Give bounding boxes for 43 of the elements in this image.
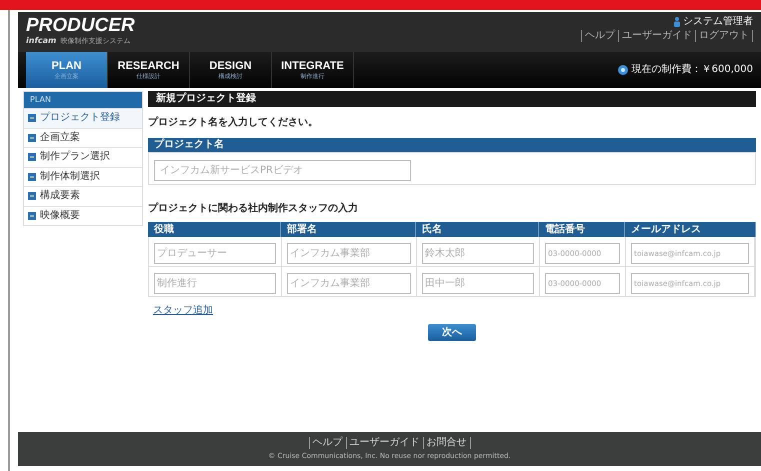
column-header: 部署名 bbox=[281, 222, 416, 237]
field-header: プロジェクト名 bbox=[148, 138, 756, 152]
header-link[interactable]: ユーザーガイド bbox=[618, 30, 695, 42]
staff-input[interactable]: インフカム事業部 bbox=[287, 243, 411, 264]
sidebar-title: PLAN bbox=[24, 92, 142, 108]
sidebar-item[interactable]: プロジェクト登録 bbox=[24, 108, 142, 128]
footer-link[interactable]: ヘルプ bbox=[308, 437, 346, 449]
column-header: 役職 bbox=[148, 222, 281, 237]
staff-input[interactable]: 鈴木太郎 bbox=[422, 243, 534, 264]
brand-text: infcam bbox=[26, 36, 56, 46]
project-name-input[interactable]: インフカム新サービスPRビデオ bbox=[154, 160, 411, 181]
sidebar-item[interactable]: 企画立案 bbox=[24, 128, 142, 147]
staff-heading: プロジェクトに関わる社内制作スタッフの入力 bbox=[148, 201, 359, 216]
square-bullet-icon bbox=[28, 134, 36, 142]
header-link[interactable]: ログアウト bbox=[695, 30, 752, 42]
square-bullet-icon bbox=[28, 114, 36, 122]
add-staff-link[interactable]: スタッフ追加 bbox=[153, 303, 213, 318]
sidebar-item[interactable]: 構成要素 bbox=[24, 186, 142, 206]
footer-link[interactable]: お問合せ bbox=[422, 437, 470, 449]
footer-link[interactable]: ユーザーガイド bbox=[346, 437, 422, 449]
column-header: 電話番号 bbox=[539, 222, 625, 237]
staff-input[interactable]: インフカム事業部 bbox=[287, 273, 411, 294]
production-cost: 現在の制作費：￥600,000 bbox=[632, 64, 753, 76]
staff-input[interactable]: 田中一郎 bbox=[422, 273, 534, 294]
square-bullet-icon bbox=[28, 192, 36, 200]
logo-text: PRODUCER bbox=[26, 16, 135, 36]
header-link[interactable]: ヘルプ bbox=[581, 30, 618, 42]
column-header: 氏名 bbox=[416, 222, 539, 237]
sidebar-item[interactable]: 映像概要 bbox=[24, 206, 142, 225]
circle-icon bbox=[618, 65, 628, 75]
sidebar-item[interactable]: 制作プラン選択 bbox=[24, 147, 142, 166]
square-bullet-icon bbox=[28, 153, 36, 162]
instruction-text: プロジェクト名を入力してください。 bbox=[148, 115, 319, 130]
square-bullet-icon bbox=[28, 212, 36, 220]
next-button[interactable]: 次へ bbox=[428, 324, 476, 341]
sidebar-item[interactable]: 制作体制選択 bbox=[24, 166, 142, 186]
user-icon bbox=[674, 17, 680, 27]
square-bullet-icon bbox=[28, 172, 36, 181]
staff-input[interactable]: プロデューサー bbox=[154, 243, 276, 264]
section-title-bar: 新規プロジェクト登録 bbox=[148, 91, 756, 107]
column-header: メールアドレス bbox=[625, 222, 756, 237]
staff-input[interactable]: 制作進行 bbox=[154, 273, 276, 294]
user-name: システム管理者 bbox=[683, 16, 753, 28]
